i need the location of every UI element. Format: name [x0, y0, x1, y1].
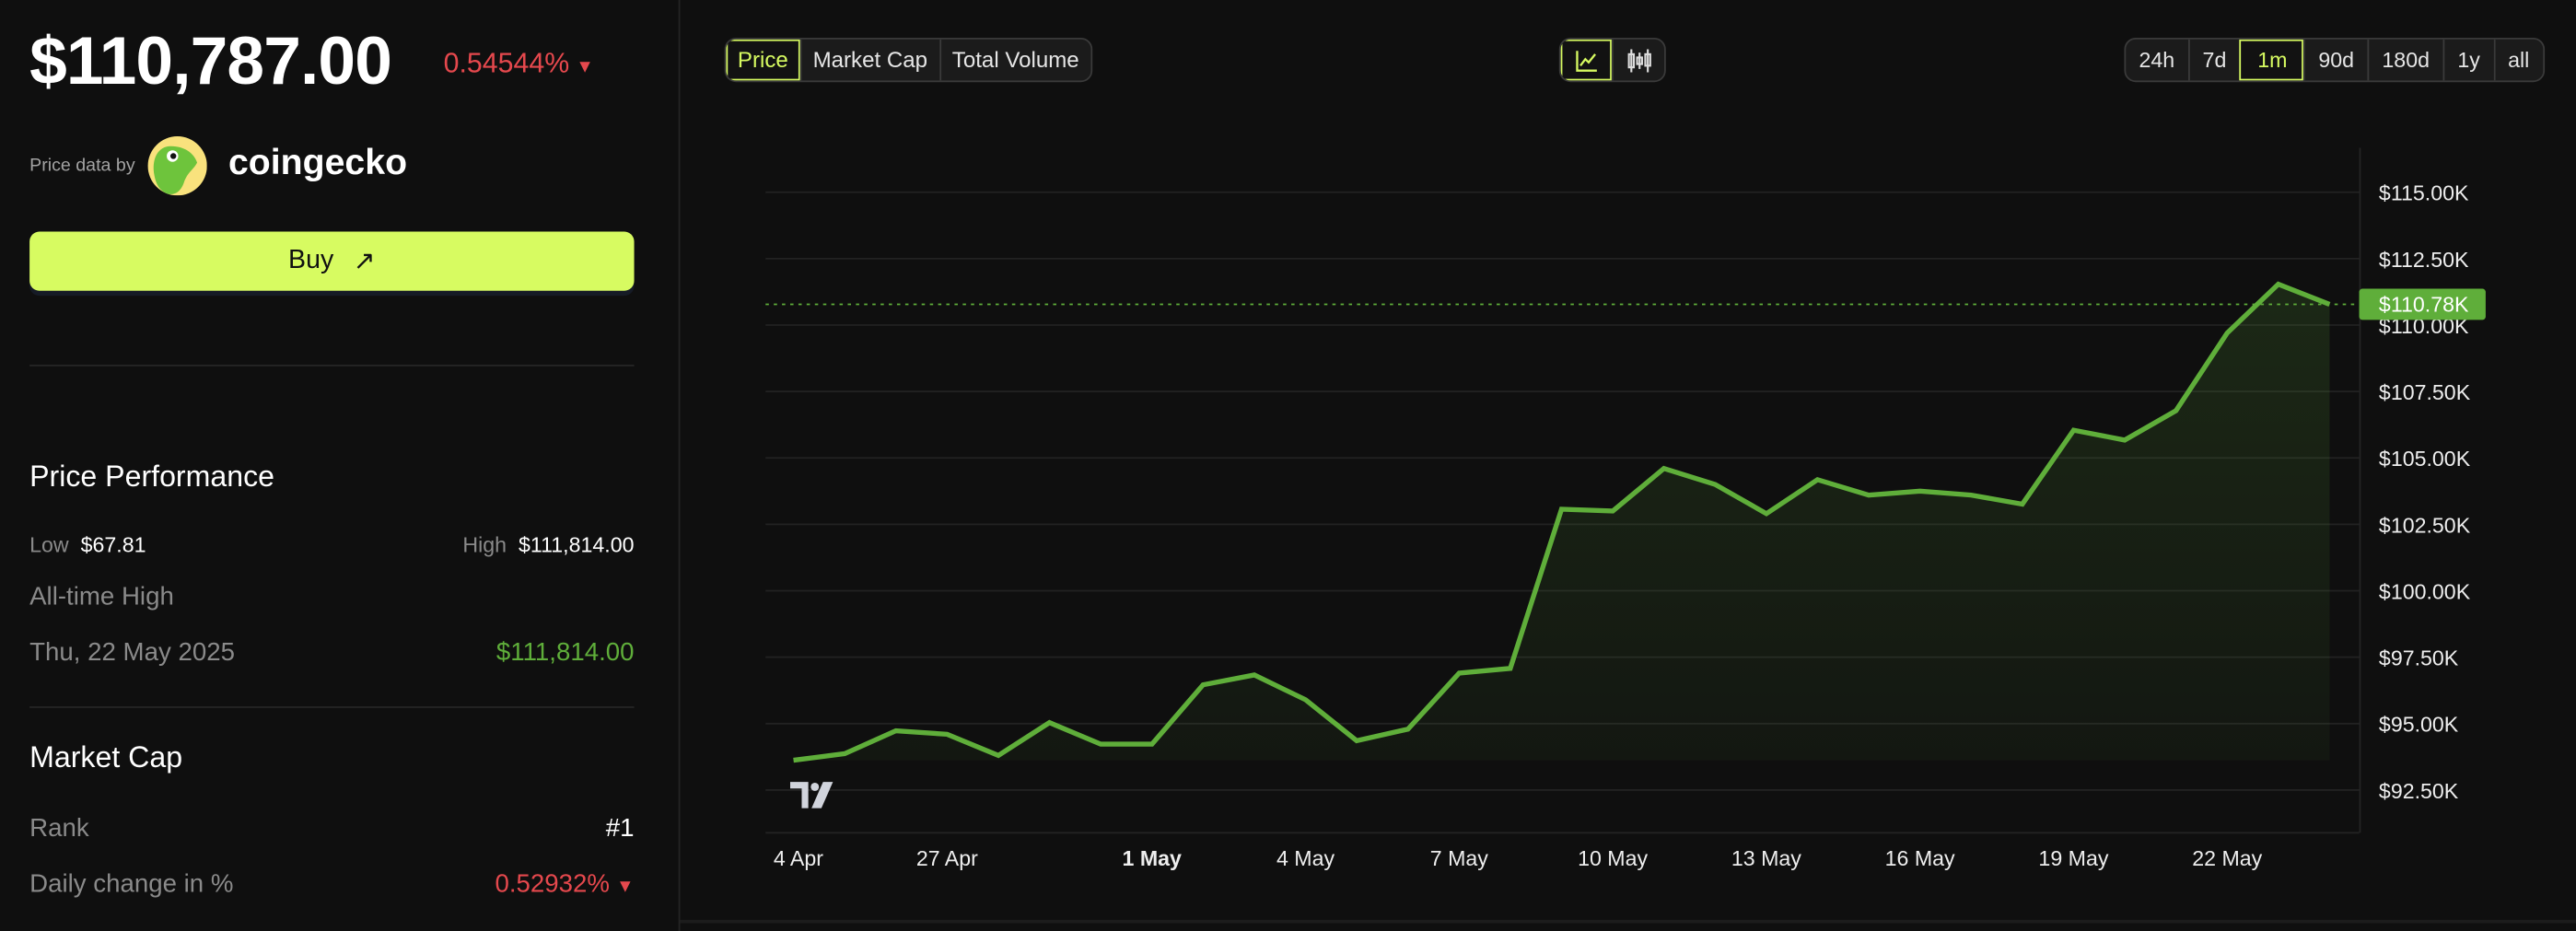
coin-summary-panel: $110,787.00 0.54544% ▼ Price data by coin…	[0, 0, 681, 931]
high-value: $111,814.00	[519, 531, 635, 557]
daily-change-value: 0.52932%	[495, 870, 610, 899]
y-tick-label: $115.00K	[2379, 181, 2469, 205]
low-value: $67.81	[80, 531, 146, 557]
y-tick-label: $95.00K	[2379, 713, 2459, 737]
x-tick-label: 1 May	[1123, 846, 1183, 870]
y-tick-label: $105.00K	[2379, 447, 2471, 471]
x-tick-label: 27 Apr	[916, 846, 978, 870]
daily-change-label: Daily change in %	[29, 870, 234, 899]
ath-row: Thu, 22 May 2025 $111,814.00	[29, 639, 634, 669]
last-price-badge: $110.78K	[2359, 288, 2486, 320]
x-tick-label: 4 May	[1276, 846, 1335, 870]
price-change: 0.54544% ▼	[444, 48, 594, 81]
low-high-row: Low $67.81 High $111,814.00	[29, 532, 634, 557]
current-price: $110,787.00	[29, 22, 392, 99]
x-tick-label: 13 May	[1731, 846, 1801, 870]
low-label: Low	[29, 531, 69, 557]
x-tick-label: 16 May	[1885, 846, 1955, 870]
ath-label: All-time High	[29, 583, 174, 611]
price-performance-title: Price Performance	[29, 460, 275, 494]
ath-date: Thu, 22 May 2025	[29, 638, 235, 668]
tradingview-logo-icon	[790, 782, 833, 809]
rank-value: #1	[605, 814, 635, 844]
x-tick-label: 19 May	[2038, 846, 2108, 870]
divider	[29, 706, 635, 708]
divider	[680, 919, 2576, 924]
y-tick-label: $100.00K	[2379, 579, 2471, 603]
triangle-down-icon: ▼	[616, 877, 635, 897]
attribution-label: Price data by	[29, 156, 135, 176]
x-tick-label: 10 May	[1578, 846, 1648, 870]
y-tick-label: $107.50K	[2379, 380, 2471, 404]
x-tick-label: 7 May	[1430, 846, 1489, 870]
price-chart[interactable]: $115.00K$112.50K$110.00K$107.50K$105.00K…	[680, 0, 2576, 931]
x-tick-label: 22 May	[2192, 846, 2262, 870]
price-change-value: 0.54544%	[443, 47, 570, 79]
divider	[29, 365, 635, 367]
coingecko-brand: coingecko	[227, 141, 408, 183]
x-tick-label: 4 Apr	[774, 846, 823, 870]
y-tick-label: $102.50K	[2379, 513, 2471, 537]
last-price-label: $110.78K	[2379, 293, 2469, 317]
coingecko-logo-icon	[147, 136, 207, 196]
rank-row: Rank #1	[29, 815, 634, 844]
buy-button[interactable]: Buy ↗	[29, 231, 635, 291]
ath-value: $111,814.00	[495, 638, 635, 668]
buy-label: Buy	[288, 246, 334, 274]
market-cap-title: Market Cap	[29, 740, 183, 774]
high-label: High	[462, 531, 507, 557]
y-tick-label: $97.50K	[2379, 646, 2459, 670]
daily-change-row: Daily change in % 0.52932% ▼	[29, 870, 634, 900]
arrow-up-right-icon: ↗	[353, 248, 376, 276]
price-area-fill	[793, 284, 2330, 761]
triangle-down-icon: ▼	[576, 57, 594, 77]
y-tick-label: $112.50K	[2379, 248, 2469, 272]
y-tick-label: $92.50K	[2379, 779, 2459, 803]
rank-label: Rank	[29, 814, 89, 844]
